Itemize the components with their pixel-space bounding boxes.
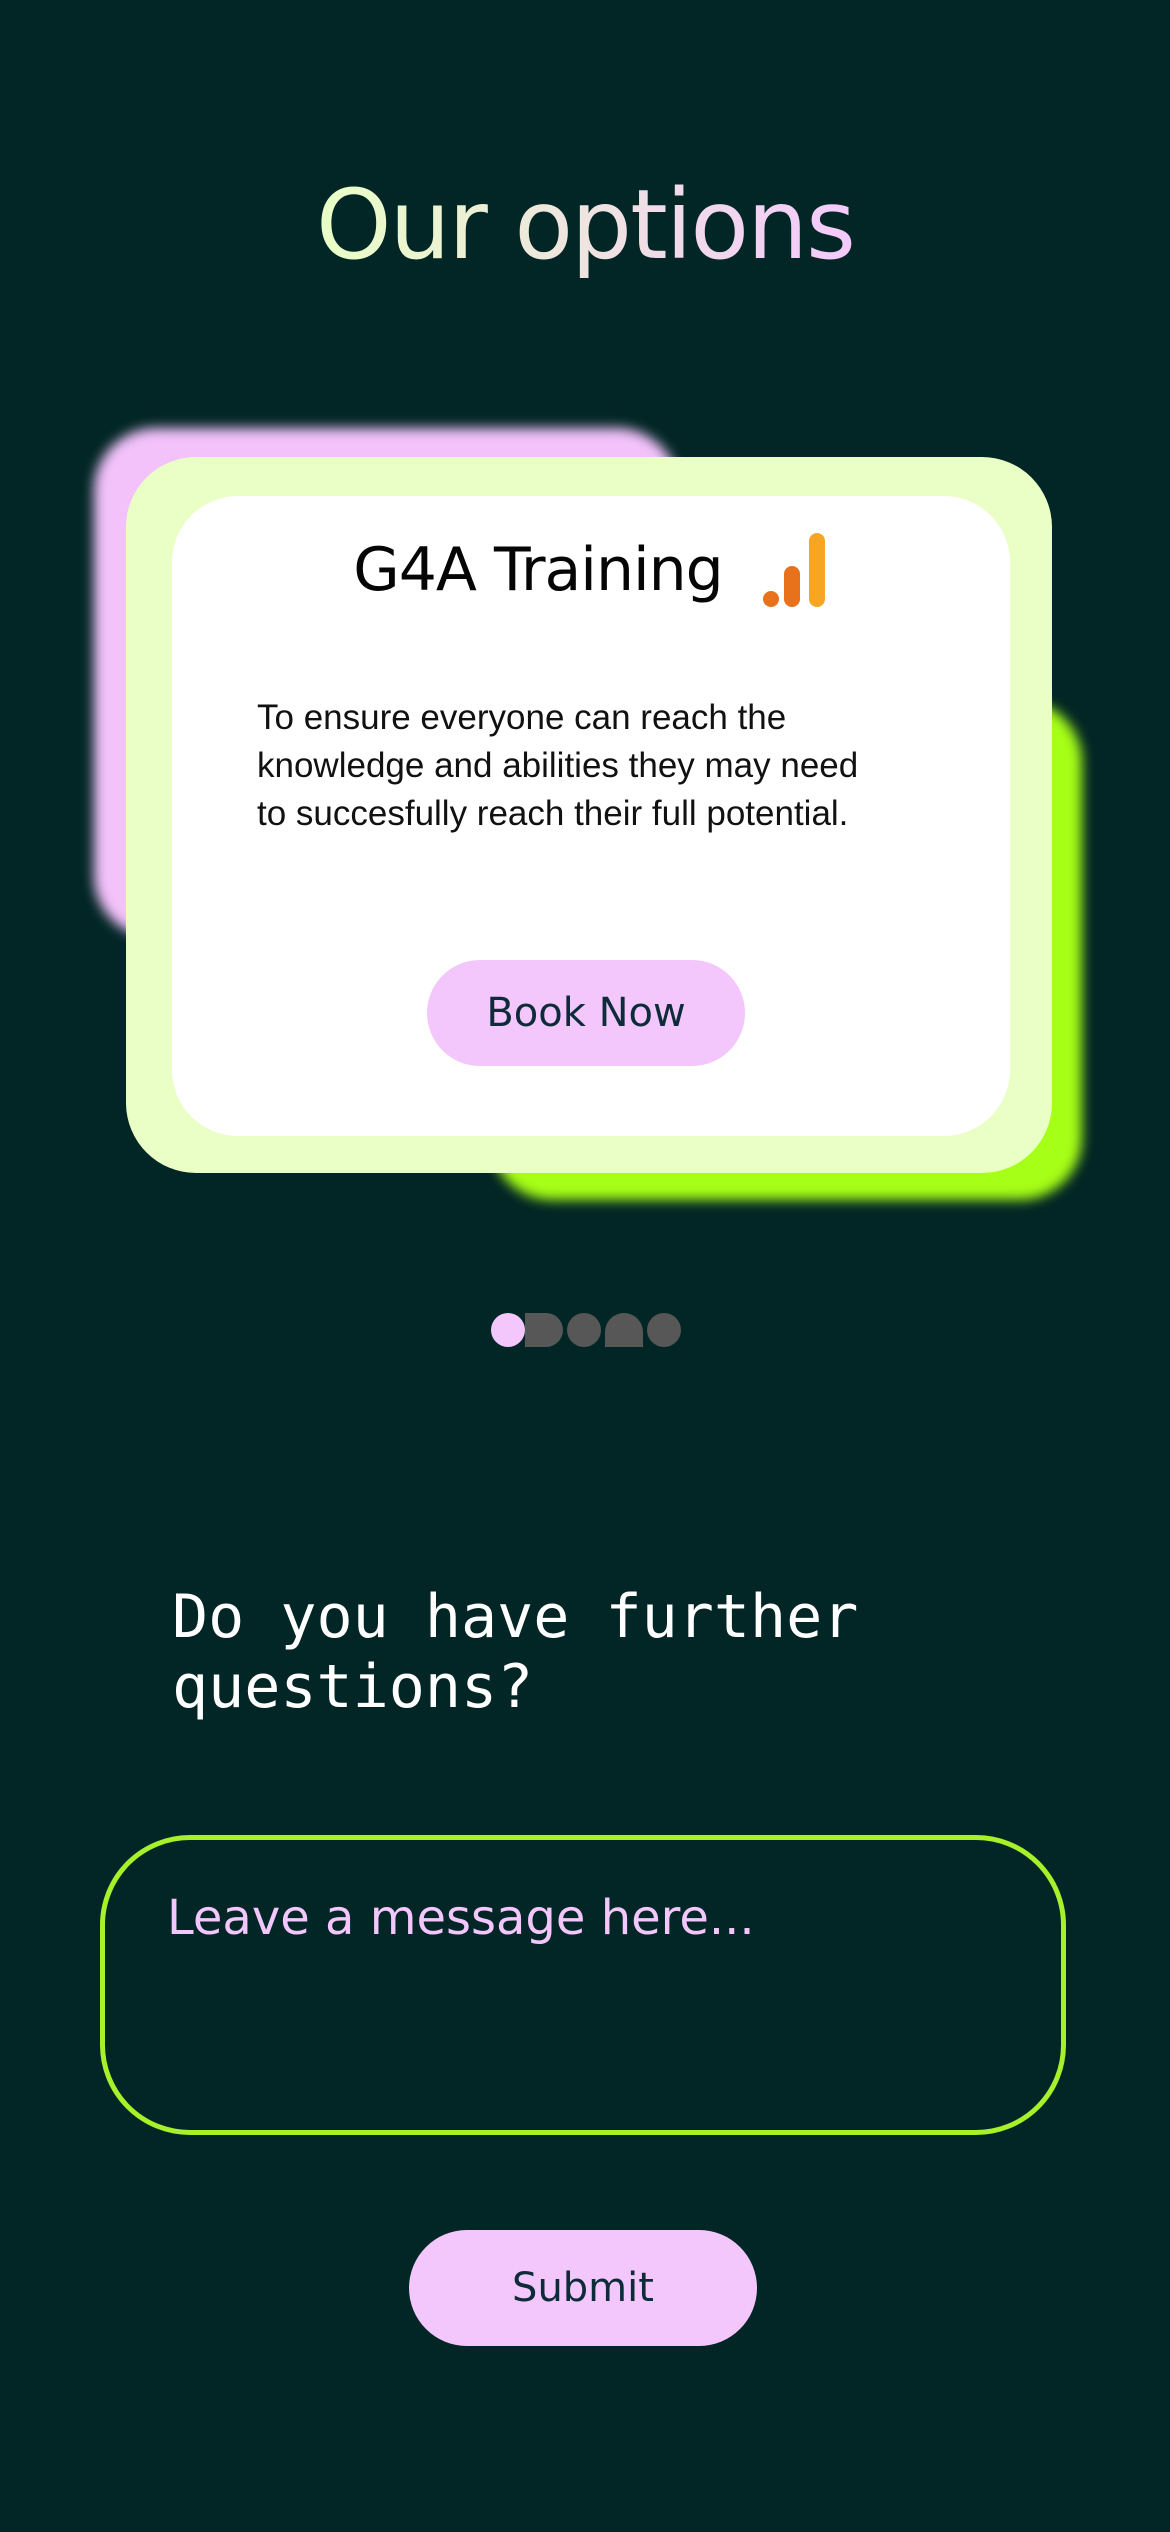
carousel-dot-4[interactable] (605, 1313, 643, 1347)
carousel-pagination (491, 1313, 681, 1347)
contact-heading: Do you have further questions? (172, 1582, 859, 1722)
book-now-button[interactable]: Book Now (427, 960, 745, 1066)
carousel-dot-5[interactable] (647, 1313, 681, 1347)
carousel-dot-2[interactable] (525, 1313, 563, 1347)
carousel-dot-3[interactable] (567, 1313, 601, 1347)
analytics-bars-icon (762, 533, 825, 607)
carousel-dot-1[interactable] (491, 1313, 525, 1347)
page-title: Our options (316, 169, 856, 281)
card-header: G4A Training (172, 530, 1010, 610)
submit-button[interactable]: Submit (409, 2230, 757, 2346)
card-description: To ensure everyone can reach the knowled… (257, 698, 859, 833)
card-title: G4A Training (353, 535, 724, 605)
message-input[interactable] (100, 1835, 1066, 2135)
